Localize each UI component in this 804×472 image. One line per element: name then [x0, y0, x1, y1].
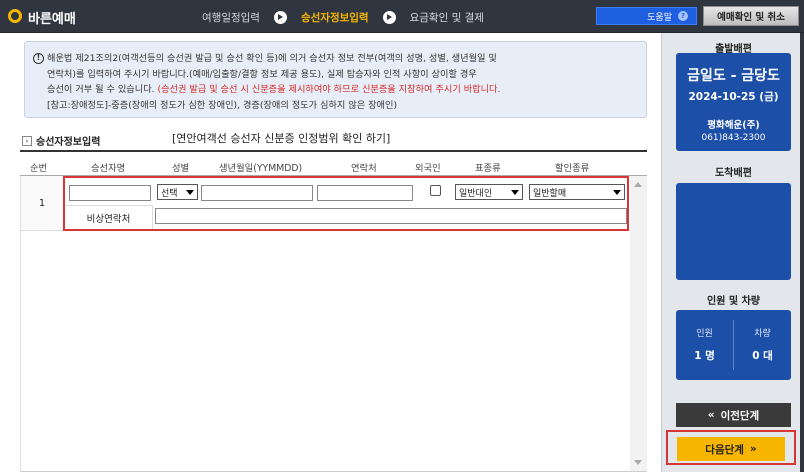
- brand-title: 바른예매: [28, 12, 76, 27]
- emergency-contact-label: 비상연락처: [65, 205, 153, 229]
- people-count: 인원 1 명: [676, 310, 733, 380]
- step-schedule: 여행일정입력: [202, 11, 260, 24]
- double-chevron-right-icon: »: [749, 443, 757, 455]
- route-text: 금일도 - 금당도: [687, 68, 780, 84]
- notice-line: [참고:장애정도]-중증(장애의 정도가 심한 장애인), 경증(장애의 정도가…: [47, 99, 398, 111]
- help-label: 도움말: [647, 12, 672, 23]
- step-arrow-icon: [273, 10, 287, 24]
- notice-warning: (승선권 발급 및 승선 시 신분증을 제시하여야 하므로 신분증을 지참하여 …: [157, 84, 501, 95]
- company-phone: 061)843-2300: [701, 133, 766, 143]
- double-chevron-left-icon: «: [707, 409, 715, 421]
- arrive-card: [676, 183, 791, 280]
- birthdate-input[interactable]: [201, 185, 313, 201]
- info-icon: !: [33, 53, 44, 64]
- discount-type-value: 일반할매: [533, 188, 567, 199]
- right-panel: 출발배편 금일도 - 금당도 2024-10-25 (금) 평화해운(주) 06…: [661, 33, 804, 472]
- people-label: 인원: [696, 329, 713, 339]
- section-title-text: 승선자정보입력: [36, 137, 101, 148]
- logo-ring-icon: [8, 9, 22, 23]
- ticket-type-select[interactable]: 일반대인: [455, 184, 523, 200]
- window-edge: [800, 33, 804, 472]
- notice-box: ! 해운법 제21조의2(여객선등의 승선권 발급 및 승선 확인 등)에 의거…: [24, 41, 647, 118]
- step-navigation: 여행일정입력 승선자정보입력 요금확인 및 결제: [202, 9, 484, 25]
- col-birth: 생년월일(YYMMDD): [219, 163, 303, 174]
- gender-value: 선택: [161, 188, 178, 199]
- notice-line: 승선이 거부 될 수 있습니다. (승선권 발급 및 승선 시 신분증을 제시하…: [33, 82, 638, 98]
- reservation-confirm-button[interactable]: 예매확인 및 취소: [703, 6, 799, 26]
- row-index: 1: [21, 176, 64, 231]
- gender-select[interactable]: 선택: [157, 184, 198, 200]
- arrive-title: 도착배편: [715, 168, 752, 179]
- chevron-down-icon: [186, 189, 194, 195]
- id-range-link[interactable]: [연안여객선 승선자 신분증 인정범위 확인 하기]: [172, 130, 390, 146]
- depart-card: 금일도 - 금당도 2024-10-25 (금) 평화해운(주) 061)843…: [676, 53, 791, 151]
- step-arrow-icon: [382, 10, 396, 24]
- notice-text: 승선이 거부 될 수 있습니다.: [47, 84, 158, 95]
- step-passenger-info: 승선자정보입력: [300, 11, 369, 24]
- col-discount: 할인종류: [555, 163, 590, 174]
- counts-card: 인원 1 명 차량 0 대: [676, 310, 791, 380]
- col-phone: 연락처: [351, 163, 377, 174]
- col-index: 순번: [30, 163, 48, 174]
- scroll-up-icon[interactable]: [634, 182, 642, 187]
- section-title: › 승선자정보입력: [22, 133, 100, 148]
- car-label: 차량: [754, 329, 771, 339]
- depart-date: 2024-10-25 (금): [688, 91, 779, 103]
- help-button[interactable]: 도움말 ?: [596, 7, 697, 25]
- col-gender: 성별: [172, 163, 190, 174]
- table-row: 선택 일반대인 일반할매 비상연락처: [63, 176, 629, 231]
- foreigner-checkbox[interactable]: [430, 185, 441, 196]
- phone-input[interactable]: [317, 185, 413, 201]
- next-step-highlight: 다음단계 »: [666, 430, 796, 465]
- scroll-down-icon[interactable]: [634, 460, 642, 465]
- next-step-button[interactable]: 다음단계 »: [677, 437, 785, 461]
- col-foreigner: 외국인: [415, 163, 441, 174]
- passenger-grid: 1 선택 일반대인 일반할매 비상연락처: [20, 176, 647, 472]
- prev-step-label: 이전단계: [720, 409, 760, 422]
- car-count: 차량 0 대: [734, 310, 791, 380]
- ticket-type-value: 일반대인: [459, 188, 493, 199]
- counts-title: 인원 및 차량: [707, 296, 760, 307]
- chevron-down-icon: [613, 189, 621, 195]
- chevron-down-icon: [511, 189, 519, 195]
- question-icon: ?: [678, 11, 688, 21]
- grid-scrollbar[interactable]: [630, 176, 647, 471]
- col-name: 승선자명: [91, 163, 126, 174]
- notice-line: 연락처)를 입력하여 주시기 바랍니다.(예매/입출항/결항 정보 제공 용도)…: [47, 68, 477, 80]
- people-value: 1 명: [694, 350, 715, 362]
- company-name: 평화해운(주): [707, 120, 760, 131]
- chevron-right-icon: ›: [22, 135, 32, 146]
- prev-step-button[interactable]: « 이전단계: [676, 403, 791, 427]
- table-header: 순번 승선자명 성별 생년월일(YYMMDD) 연락처 외국인 표종류 할인종류: [20, 150, 647, 176]
- passenger-name-input[interactable]: [69, 185, 151, 201]
- top-header: 바른예매 여행일정입력 승선자정보입력 요금확인 및 결제 도움말 ? 예매확인…: [0, 0, 804, 33]
- next-step-label: 다음단계: [705, 443, 744, 456]
- notice-line: 해운법 제21조의2(여객선등의 승선권 발급 및 승선 확인 등)에 의거 승…: [47, 53, 497, 64]
- col-ticket: 표종류: [475, 163, 501, 174]
- discount-type-select[interactable]: 일반할매: [529, 184, 625, 200]
- car-value: 0 대: [752, 350, 773, 362]
- step-payment: 요금확인 및 결제: [409, 11, 484, 24]
- emergency-contact-input[interactable]: [155, 208, 627, 224]
- main-content: ! 해운법 제21조의2(여객선등의 승선권 발급 및 승선 확인 등)에 의거…: [20, 33, 661, 472]
